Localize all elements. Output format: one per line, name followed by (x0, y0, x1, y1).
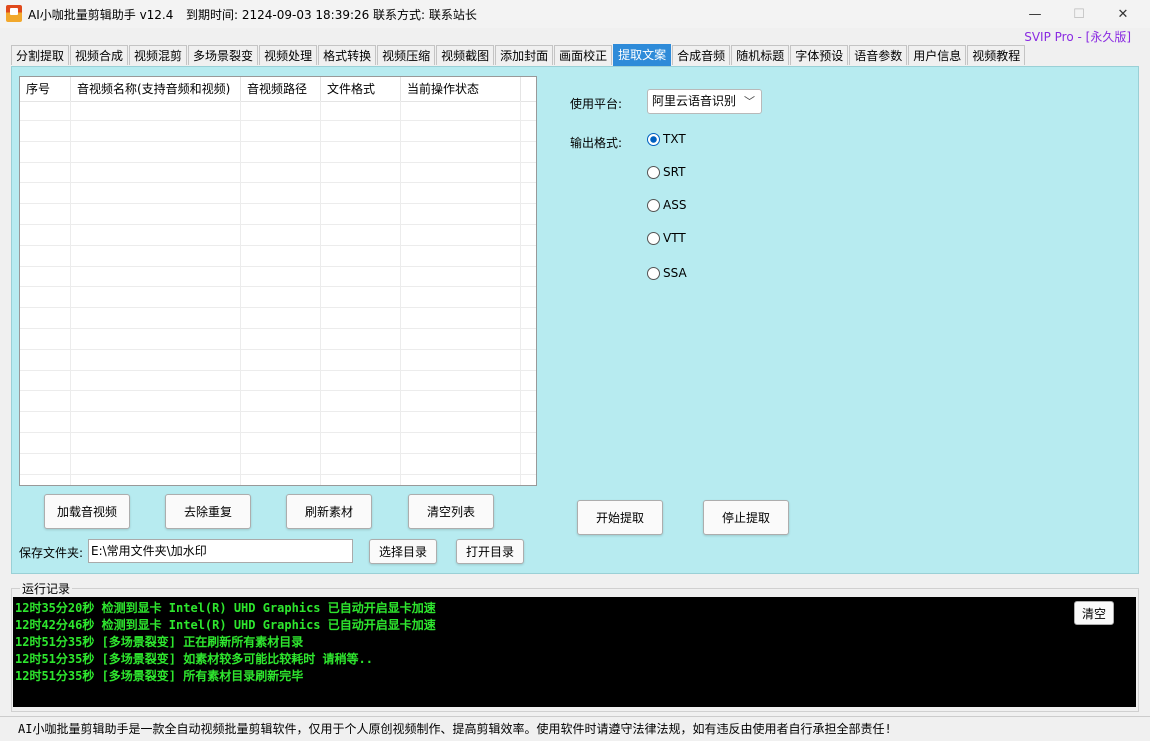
tab-6[interactable]: 视频压缩 (377, 45, 436, 65)
tab-7[interactable]: 视频截图 (436, 45, 495, 65)
tab-5[interactable]: 格式转换 (318, 45, 377, 65)
table-row (20, 143, 536, 163)
log-title: 运行记录 (20, 580, 73, 597)
tab-3[interactable]: 多场景裂变 (188, 45, 259, 65)
table-row (20, 392, 536, 413)
table-row (20, 226, 536, 246)
table-row (20, 434, 536, 454)
expiry-time: 到期时间: 2124-09-03 18:39:26 (186, 8, 370, 22)
status-text: AI小咖批量剪辑助手是一款全自动视频批量剪辑软件，仅用于个人原创视频制作、提高剪… (18, 722, 892, 736)
log-line: 12时35分20秒 检测到显卡 Intel(R) UHD Graphics 已自… (15, 601, 436, 615)
close-button[interactable]: ✕ (1100, 0, 1146, 28)
tab-8[interactable]: 添加封面 (495, 45, 554, 65)
log-line: 12时51分35秒 [多场景裂变] 如素材较多可能比较耗时 请稍等.. (15, 652, 373, 666)
output-format-label: 输出格式: (570, 136, 623, 150)
tab-9[interactable]: 画面校正 (554, 45, 613, 65)
tab-15[interactable]: 用户信息 (908, 45, 967, 65)
table-row (20, 330, 536, 350)
table-row (20, 205, 536, 225)
table-row (20, 371, 536, 392)
open-directory-button[interactable]: 打开目录 (456, 539, 524, 564)
log-line: 12时51分35秒 [多场景裂变] 正在刷新所有素材目录 (15, 635, 304, 649)
tab-bar: 分割提取 视频合成 视频混剪 多场景裂变 视频处理 格式转换 视频压缩 视频截图 添加封面 画面校… (11, 44, 1026, 67)
save-folder-label: 保存文件夹: (19, 546, 84, 560)
save-folder-input[interactable]: E:\常用文件夹\加水印 (88, 539, 353, 563)
format-radio-txt[interactable] (647, 133, 660, 146)
format-radio-label[interactable]: VTT (663, 231, 686, 245)
format-radio-label[interactable]: SRT (663, 165, 685, 179)
table-row (20, 351, 536, 371)
table-row (20, 288, 536, 309)
column-header[interactable]: 音视频名称(支持音频和视频) (71, 77, 241, 101)
maximize-button[interactable]: ☐ (1056, 0, 1102, 28)
platform-select[interactable]: 阿里云语音识别 ﹀ (647, 89, 762, 114)
format-radio-srt[interactable] (647, 166, 660, 179)
log-console[interactable]: 12时35分20秒 检测到显卡 Intel(R) UHD Graphics 已自… (13, 597, 1136, 707)
tab-11[interactable]: 合成音频 (672, 45, 731, 65)
refresh-materials-button[interactable]: 刷新素材 (286, 494, 372, 529)
format-radio-ssa[interactable] (647, 267, 660, 280)
table-row (20, 122, 536, 142)
table-row (20, 413, 536, 433)
dedupe-button[interactable]: 去除重复 (165, 494, 251, 529)
clear-list-button[interactable]: 清空列表 (408, 494, 494, 529)
load-media-button[interactable]: 加载音视频 (44, 494, 130, 529)
table-row (20, 184, 536, 205)
table-row (20, 247, 536, 267)
tab-0[interactable]: 分割提取 (11, 45, 70, 65)
chevron-down-icon: ﹀ (744, 95, 755, 108)
window-title: AI小咖批量剪辑助手 v12.4 (28, 8, 174, 22)
contact-info: 联系方式: 联系站长 (373, 8, 477, 22)
table-row (20, 309, 536, 329)
svip-badge: SVIP Pro - [永久版] (1024, 30, 1131, 44)
format-radio-label[interactable]: TXT (663, 132, 686, 146)
tab-16[interactable]: 视频教程 (967, 45, 1026, 65)
tab-1[interactable]: 视频合成 (70, 45, 129, 65)
format-radio-label[interactable]: ASS (663, 198, 686, 212)
column-header[interactable]: 序号 (20, 77, 71, 101)
clear-log-button[interactable]: 清空 (1074, 601, 1114, 625)
log-line: 12时51分35秒 [多场景裂变] 所有素材目录刷新完毕 (15, 669, 304, 683)
format-radio-label[interactable]: SSA (663, 266, 687, 280)
tab-12[interactable]: 随机标题 (731, 45, 790, 65)
tab-13[interactable]: 字体预设 (790, 45, 849, 65)
table-row (20, 267, 536, 288)
platform-value: 阿里云语音识别 (652, 94, 737, 108)
table-row (20, 455, 536, 475)
tab-4[interactable]: 视频处理 (259, 45, 318, 65)
table-row (20, 101, 536, 121)
tab-14[interactable]: 语音参数 (849, 45, 908, 65)
tab-2[interactable]: 视频混剪 (129, 45, 188, 65)
app-logo-icon (6, 5, 22, 22)
table-row (20, 163, 536, 184)
table-row (20, 475, 536, 485)
media-file-table[interactable]: 序号 音视频名称(支持音频和视频) 音视频路径 文件格式 当前操作状态 (19, 76, 537, 486)
log-line: 12时42分46秒 检测到显卡 Intel(R) UHD Graphics 已自… (15, 618, 436, 632)
stop-extract-button[interactable]: 停止提取 (703, 500, 789, 535)
column-header[interactable]: 音视频路径 (241, 77, 321, 101)
start-extract-button[interactable]: 开始提取 (577, 500, 663, 535)
format-radio-vtt[interactable] (647, 232, 660, 245)
tab-10[interactable]: 提取文案 (613, 44, 672, 66)
choose-directory-button[interactable]: 选择目录 (369, 539, 437, 564)
column-header[interactable]: 文件格式 (321, 77, 401, 101)
minimize-button[interactable]: — (1012, 0, 1058, 28)
format-radio-ass[interactable] (647, 199, 660, 212)
platform-label: 使用平台: (570, 97, 623, 111)
table-header: 序号 音视频名称(支持音频和视频) 音视频路径 文件格式 当前操作状态 (20, 77, 536, 102)
column-header[interactable]: 当前操作状态 (401, 77, 521, 101)
